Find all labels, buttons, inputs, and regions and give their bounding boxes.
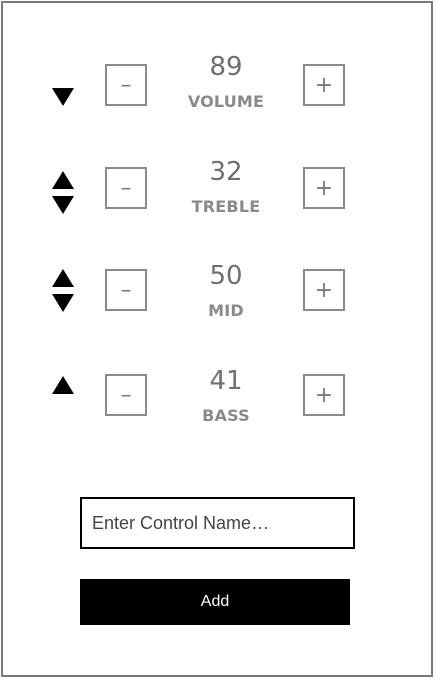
increment-button[interactable]: + [303, 269, 345, 311]
control-name-input[interactable] [80, 497, 355, 549]
control-row-bass: – 41 BASS + [0, 364, 437, 434]
move-up-icon[interactable] [52, 376, 74, 394]
move-down-icon[interactable] [52, 88, 74, 106]
add-button[interactable]: Add [80, 579, 350, 625]
move-up-icon[interactable] [52, 171, 74, 189]
increment-button[interactable]: + [303, 167, 345, 209]
reorder-arrows[interactable] [50, 84, 78, 134]
control-value: 32 [209, 157, 243, 187]
increment-button[interactable]: + [303, 374, 345, 416]
control-row-mid: – 50 MID + [0, 259, 437, 329]
control-row-volume: – 89 VOLUME + [0, 50, 437, 120]
decrement-button[interactable]: – [105, 374, 147, 416]
reorder-arrows[interactable] [50, 268, 78, 318]
control-label: TREBLE [191, 197, 261, 216]
decrement-button[interactable]: – [105, 269, 147, 311]
control-value: 50 [209, 261, 243, 291]
control-value: 89 [209, 52, 243, 82]
control-label: MID [208, 301, 244, 320]
decrement-button[interactable]: – [105, 64, 147, 106]
move-down-icon[interactable] [52, 196, 74, 214]
decrement-button[interactable]: – [105, 167, 147, 209]
move-down-icon[interactable] [52, 294, 74, 312]
increment-button[interactable]: + [303, 64, 345, 106]
control-label: BASS [202, 406, 250, 425]
control-value: 41 [209, 366, 243, 396]
reorder-arrows[interactable] [50, 374, 78, 424]
control-row-treble: – 32 TREBLE + [0, 155, 437, 225]
control-label: VOLUME [187, 92, 265, 111]
reorder-arrows[interactable] [50, 170, 78, 220]
move-up-icon[interactable] [52, 269, 74, 287]
